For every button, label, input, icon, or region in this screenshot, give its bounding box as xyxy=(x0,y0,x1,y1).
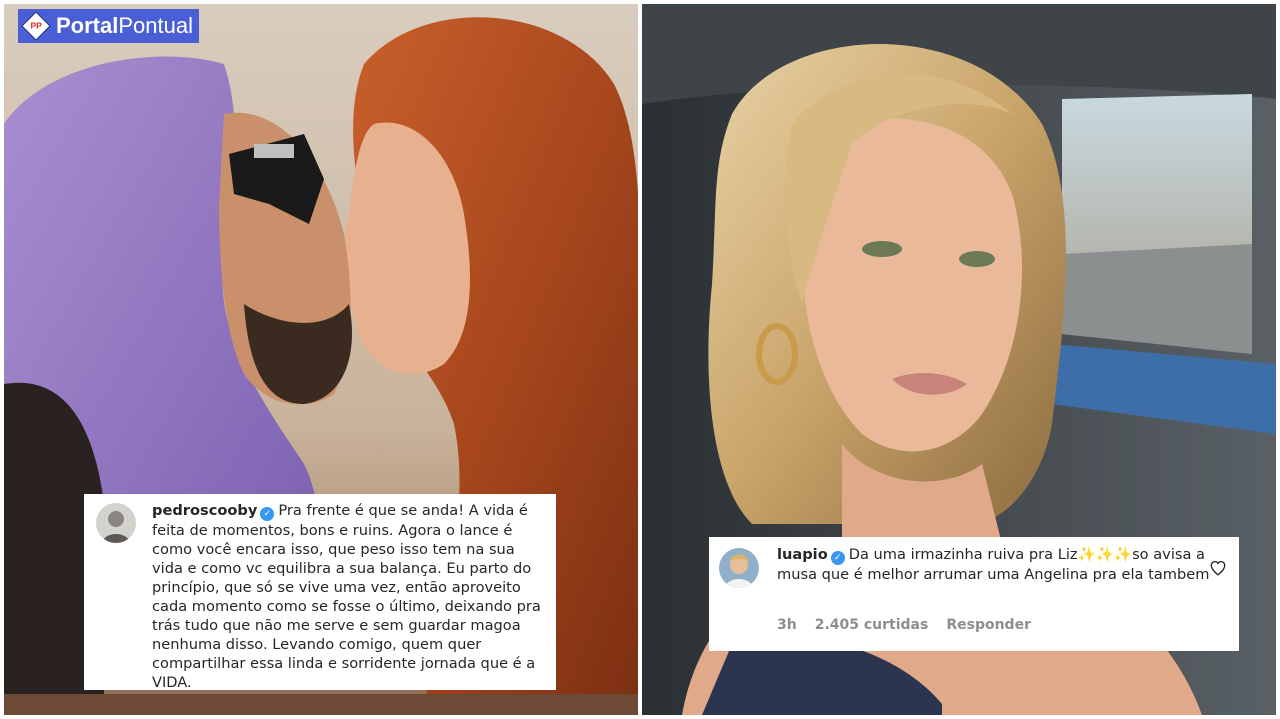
comment-meta: 3h 2.405 curtidas Responder xyxy=(777,616,1031,635)
heart-icon[interactable] xyxy=(1209,559,1227,577)
comment-body: pedroscooby ✓ Pra frente é que se anda! A … xyxy=(152,501,544,692)
comment-likes[interactable]: 2.405 curtidas xyxy=(815,616,929,635)
comment-username[interactable]: luapio xyxy=(777,546,828,563)
pedroscooby-avatar[interactable] xyxy=(96,503,136,543)
portal-pontual-logo: PP Portal Pontual xyxy=(18,9,199,43)
comment-time: 3h xyxy=(777,617,797,633)
logo-text-portal: Portal xyxy=(56,13,119,38)
reply-button[interactable]: Responder xyxy=(946,616,1031,635)
logo-mark-text: PP xyxy=(30,21,42,31)
verified-badge-icon: ✓ xyxy=(830,551,845,565)
comment-body: luapio ✓ Da uma irmazinha ruiva pra Liz✨✨✨… xyxy=(777,545,1227,584)
luapio-avatar[interactable] xyxy=(719,548,759,588)
comment-username[interactable]: pedroscooby xyxy=(152,502,257,519)
luapio-comment-card: luapio ✓ Da uma irmazinha ruiva pra Liz✨✨✨… xyxy=(709,537,1239,651)
verified-badge-icon: ✓ xyxy=(260,507,275,521)
comment-text: Pra frente é que se anda! A vida é feita… xyxy=(152,502,541,691)
pedroscooby-comment-card: pedroscooby ✓ Pra frente é que se anda! A … xyxy=(84,494,556,692)
logo-mark-icon: PP xyxy=(20,10,52,42)
logo-text-pontual: Pontual xyxy=(118,13,193,38)
